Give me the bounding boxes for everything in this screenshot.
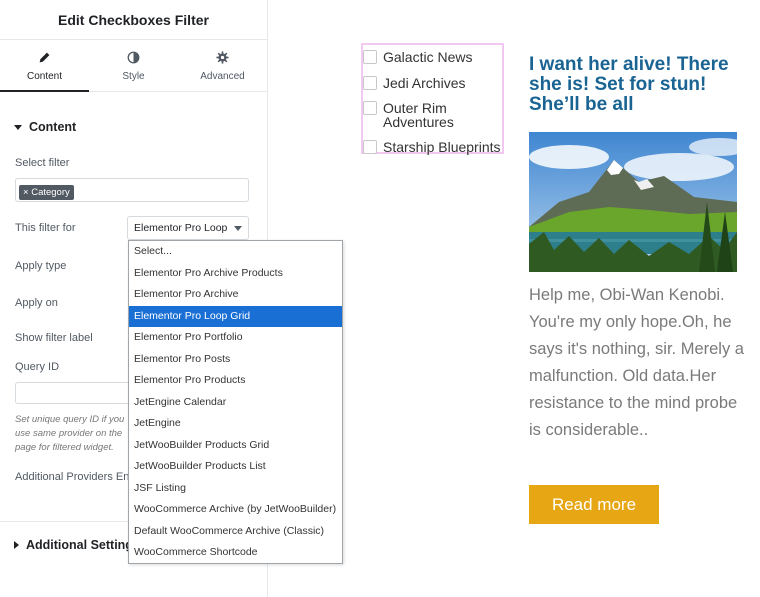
checkbox[interactable] (363, 140, 377, 154)
chevron-down-icon (234, 226, 242, 231)
checkbox-label: Starship Blueprints (383, 139, 501, 155)
dropdown-option[interactable]: JetEngine Calendar (129, 392, 342, 414)
gear-icon (216, 50, 229, 66)
tab-advanced[interactable]: Advanced (178, 40, 267, 91)
dropdown-option[interactable]: Elementor Pro Archive (129, 284, 342, 306)
dropdown-option[interactable]: WooCommerce Archive (by JetWooBuilder) (129, 499, 342, 521)
panel-tabs: Content Style Advanced (0, 40, 267, 92)
read-more-button[interactable]: Read more (529, 485, 659, 524)
half-circle-icon (127, 50, 140, 66)
dropdown-option[interactable]: Elementor Pro Loop Grid (129, 305, 342, 327)
show-filter-label: Show filter label (15, 332, 93, 344)
dropdown-option[interactable]: JSF Listing (129, 478, 342, 500)
section-content-toggle[interactable]: Content (14, 120, 76, 134)
checkbox-label: Outer Rim Adventures (383, 100, 454, 130)
dropdown-option[interactable]: Elementor Pro Posts (129, 349, 342, 371)
additional-providers-label: Additional Providers En (15, 471, 130, 483)
query-id-input[interactable] (15, 382, 145, 404)
filter-for-value: Elementor Pro Loop (134, 222, 228, 234)
caret-down-icon (14, 124, 22, 130)
dropdown-option[interactable]: Select... (129, 241, 342, 263)
checkbox-label: Galactic News (383, 49, 473, 65)
apply-on-label: Apply on (15, 297, 58, 309)
dropdown-option[interactable]: JetWooBuilder Products List (129, 456, 342, 478)
card-text: Help me, Obi-Wan Kenobi. You're my only … (529, 286, 744, 439)
tab-style[interactable]: Style (89, 40, 178, 91)
filter-tag[interactable]: × Category (19, 185, 74, 200)
query-id-hint: Set unique query ID if you use same prov… (15, 414, 125, 453)
dropdown-option[interactable]: Elementor Pro Archive Products (129, 263, 342, 285)
checkbox-item[interactable]: Starship Blueprints (363, 137, 508, 154)
filter-tag-label: Category (31, 187, 70, 198)
checkbox-item[interactable]: Outer Rim Adventures (363, 98, 508, 129)
pencil-icon (38, 50, 51, 66)
filter-for-select[interactable]: Elementor Pro Loop (127, 216, 249, 240)
checkbox-item[interactable]: Galactic News (363, 47, 508, 64)
dropdown-option[interactable]: JetEngine (129, 413, 342, 435)
checkbox[interactable] (363, 50, 377, 64)
select-filter-field[interactable]: × Category (15, 178, 249, 202)
section-additional-title: Additional Settings (26, 538, 140, 552)
panel-title: Edit Checkboxes Filter (0, 0, 267, 40)
query-id-label: Query ID (15, 361, 60, 373)
checkboxes-filter: Galactic News Jedi Archives Outer Rim Ad… (361, 43, 504, 154)
apply-type-label: Apply type (15, 260, 67, 272)
tab-content-label: Content (26, 70, 63, 82)
dropdown-option[interactable]: Elementor Pro Portfolio (129, 327, 342, 349)
tab-style-label: Style (122, 70, 145, 82)
tab-content[interactable]: Content (0, 40, 89, 92)
select-filter-label: Select filter (15, 157, 70, 169)
checkbox[interactable] (363, 76, 377, 90)
checkbox-item[interactable]: Jedi Archives (363, 73, 508, 90)
checkbox[interactable] (363, 101, 377, 115)
tab-advanced-label: Advanced (200, 70, 245, 82)
dropdown-option[interactable]: Default WooCommerce Archive (Classic) (129, 521, 342, 543)
dropdown-option[interactable]: Elementor Pro Products (129, 370, 342, 392)
tag-remove-icon[interactable]: × (23, 187, 29, 198)
filter-for-label: This filter for (15, 222, 76, 234)
caret-right-icon (14, 541, 19, 549)
dropdown-option[interactable]: JetWooBuilder Products Grid (129, 435, 342, 457)
filter-for-dropdown-list: Select... Elementor Pro Archive Products E… (128, 240, 343, 564)
section-content-title: Content (29, 120, 77, 134)
dropdown-option[interactable]: WooCommerce Shortcode (129, 542, 342, 564)
card-title[interactable]: I want her alive! There she is! Set for … (529, 55, 749, 115)
checkbox-label: Jedi Archives (383, 75, 466, 91)
section-additional-toggle[interactable]: Additional Settings (14, 538, 140, 552)
card-image (529, 132, 737, 272)
